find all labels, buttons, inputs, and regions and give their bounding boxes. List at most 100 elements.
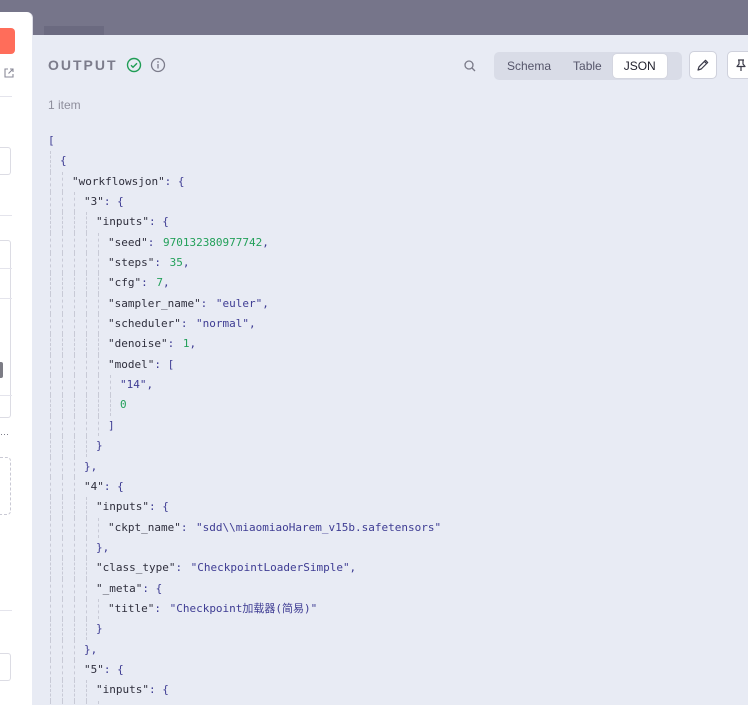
indent-guide xyxy=(74,598,75,620)
json-line: } xyxy=(48,436,738,457)
indent-guide xyxy=(50,578,51,599)
indent-guide xyxy=(50,537,51,559)
indent-guide xyxy=(62,192,63,213)
json-line: "14", xyxy=(48,375,738,396)
indent-guide xyxy=(98,232,99,254)
field-edge[interactable] xyxy=(0,653,11,681)
table-row-divider xyxy=(0,395,12,396)
json-line: "denoise": 1, xyxy=(48,334,738,355)
indent-guide xyxy=(74,314,75,335)
json-punct: : { xyxy=(148,500,169,514)
indent-guide xyxy=(50,314,51,335)
indent-guide xyxy=(62,171,63,193)
json-punct: : { xyxy=(148,215,169,229)
json-viewer[interactable]: [{"workflowsjon": {"3": {"inputs": {"see… xyxy=(48,131,738,705)
tab-table[interactable]: Table xyxy=(562,54,613,78)
search-icon[interactable] xyxy=(463,59,477,73)
indent-guide xyxy=(98,700,99,705)
indent-guide xyxy=(62,293,63,315)
info-icon[interactable] xyxy=(150,57,166,73)
json-punct: } xyxy=(96,439,103,453)
json-line: "inputs": { xyxy=(48,212,738,233)
indent-guide xyxy=(62,253,63,274)
output-header: OUTPUT xyxy=(48,57,166,73)
pin-data-button[interactable] xyxy=(727,51,748,79)
indent-guide xyxy=(50,680,51,701)
indent-guide xyxy=(50,598,51,620)
indent-guide xyxy=(74,192,75,213)
json-punct: , xyxy=(146,378,154,392)
indent-guide xyxy=(62,659,63,681)
indent-guide xyxy=(50,659,51,681)
json-line: }, xyxy=(48,456,738,477)
indent-guide xyxy=(50,334,51,355)
indent-guide xyxy=(50,517,51,538)
indent-guide xyxy=(86,334,87,355)
json-punct: }, xyxy=(84,642,98,656)
json-line: "title": "Checkpoint加载器(简易)" xyxy=(48,598,738,620)
json-punct: , xyxy=(262,235,269,249)
indent-guide xyxy=(62,578,63,599)
json-punct: : [ xyxy=(154,357,175,371)
tab-schema[interactable]: Schema xyxy=(496,54,562,78)
indent-guide xyxy=(86,212,87,233)
indent-guide xyxy=(62,395,63,416)
canvas-tab-shadow xyxy=(44,26,104,35)
tab-json[interactable]: JSON xyxy=(612,54,667,78)
indent-guide xyxy=(62,476,63,498)
indent-guide xyxy=(86,293,87,315)
indent-guide xyxy=(74,334,75,355)
json-number: 0 xyxy=(120,398,127,412)
pencil-icon xyxy=(697,59,709,71)
indent-guide xyxy=(98,334,99,355)
dropzone-edge[interactable] xyxy=(0,457,11,515)
input-panel-edge: ··· xyxy=(0,12,33,705)
indent-guide xyxy=(86,415,87,437)
json-punct: : xyxy=(180,520,195,534)
json-line: "inputs": { xyxy=(48,680,738,701)
json-key: "title" xyxy=(108,601,155,615)
view-switcher: Schema Table JSON xyxy=(494,52,682,80)
json-punct: : xyxy=(141,276,155,290)
json-key: "sampler_name" xyxy=(108,296,201,310)
indent-guide xyxy=(74,680,75,701)
indent-guide xyxy=(74,395,75,416)
indent-guide xyxy=(50,232,51,254)
json-string: "14" xyxy=(120,378,147,392)
indent-guide xyxy=(62,497,63,518)
json-number: 1 xyxy=(182,337,190,351)
indent-guide xyxy=(62,456,63,477)
edit-output-button[interactable] xyxy=(689,51,717,79)
json-string: "CheckpointLoaderSimple" xyxy=(190,561,350,575)
indent-guide xyxy=(86,537,87,559)
indent-guide xyxy=(62,415,63,437)
json-punct: : { xyxy=(148,683,169,697)
json-line: "ckpt_name": "sdd\\miaomiaoHarem_v15b.sa… xyxy=(48,517,738,538)
json-key: "steps" xyxy=(108,256,155,270)
indent-guide xyxy=(74,436,75,457)
json-punct: , xyxy=(196,701,203,705)
indent-guide xyxy=(62,375,63,396)
execute-button-edge[interactable] xyxy=(0,28,15,54)
table-row-divider xyxy=(0,268,12,269)
indent-guide xyxy=(50,497,51,518)
indent-guide xyxy=(62,537,63,559)
field-edge[interactable] xyxy=(0,147,11,175)
indent-guide xyxy=(62,436,63,457)
indent-guide xyxy=(50,293,51,315)
json-string: "sdd\\miaomiaoHarem_v15b.safetensors" xyxy=(196,520,442,534)
json-punct: , xyxy=(262,296,269,310)
indent-guide xyxy=(50,273,51,294)
json-line: }, xyxy=(48,537,738,559)
indent-guide xyxy=(86,680,87,701)
indent-guide xyxy=(50,456,51,477)
external-link-icon[interactable] xyxy=(4,68,14,78)
indent-guide xyxy=(62,558,63,579)
indent-guide xyxy=(98,517,99,538)
scroll-thumb[interactable] xyxy=(0,362,3,378)
indent-guide xyxy=(62,354,63,376)
indent-guide xyxy=(62,314,63,335)
indent-guide xyxy=(98,314,99,335)
json-key: "inputs" xyxy=(96,500,149,514)
indent-guide xyxy=(62,232,63,254)
